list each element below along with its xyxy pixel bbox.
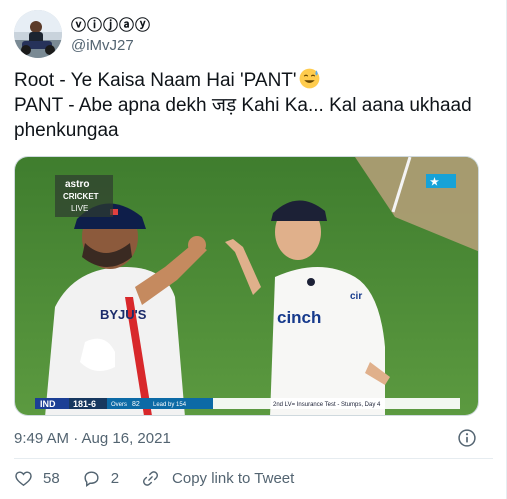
reply-count: 2 [110,469,120,487]
broadcaster-bottom: LIVE [71,204,88,213]
left-shirt-sponsor: BYJU'S [100,307,147,322]
overs-value: 82 [132,401,140,408]
score-value: 181-6 [73,399,96,409]
info-icon[interactable] [457,428,477,448]
svg-text:★: ★ [430,177,439,188]
tweet-media-image[interactable]: BYJU'S cinch cir astro CRICKET LIVE ★ IN… [14,156,479,416]
tweet-text-line-1-content: Root - Ye Kaisa Naam Hai 'PANT' [14,70,297,91]
author-handle[interactable]: @iMvJ27 [71,37,151,54]
overs-label: Overs [111,402,127,408]
link-icon [143,470,159,486]
reply-bubble-icon [84,470,99,487]
broadcaster-mid: CRICKET [63,192,99,201]
tweet-card: ⓥⓘⓙⓐⓨ @iMvJ27 Root - Ye Kaisa Naam Hai '… [0,0,507,499]
avatar[interactable] [14,10,62,58]
lead-text: Lead by 154 [153,402,187,408]
tweet-text: Root - Ye Kaisa Naam Hai 'PANT' PANT - A… [14,68,494,143]
tweet-timestamp[interactable]: 9:49 AM · Aug 16, 2021 [14,430,171,447]
broadcaster-logo: astro CRICKET LIVE [55,175,113,217]
heart-icon [15,470,32,486]
copy-link-label: Copy link to Tweet [172,469,295,487]
divider [14,458,493,459]
sweat-smile-emoji-icon [299,68,319,89]
author-display-name[interactable]: ⓥⓘⓙⓐⓨ [71,14,151,35]
channel-logo: ★ [426,174,456,188]
tweet-header: ⓥⓘⓙⓐⓨ @iMvJ27 [14,10,151,58]
reply-button[interactable]: 2 [82,469,119,488]
score-team: IND [40,399,56,409]
score-bar: IND 181-6 Overs 82 Lead by 154 2nd LV= I… [35,398,460,409]
broadcaster-top: astro [65,179,89,190]
tweet-actions: 58 2 Copy link to Tweet [14,466,316,490]
tweet-text-line-1: Root - Ye Kaisa Naam Hai 'PANT' [14,68,494,93]
like-count: 58 [43,469,60,487]
tweet-text-line-2: PANT - Abe apna dekh जड़ Kahi Ka... Kal … [14,95,472,116]
like-button[interactable]: 58 [14,469,60,488]
match-text: 2nd LV= Insurance Test - Stumps, Day 4 [273,402,381,408]
right-shirt-sponsor: cinch [277,308,321,327]
tweet-text-line-3: phenkungaa [14,120,119,141]
sleeve-text: cir [350,291,362,302]
copy-link-button[interactable]: Copy link to Tweet [141,469,294,488]
author-names: ⓥⓘⓙⓐⓨ @iMvJ27 [71,14,151,54]
